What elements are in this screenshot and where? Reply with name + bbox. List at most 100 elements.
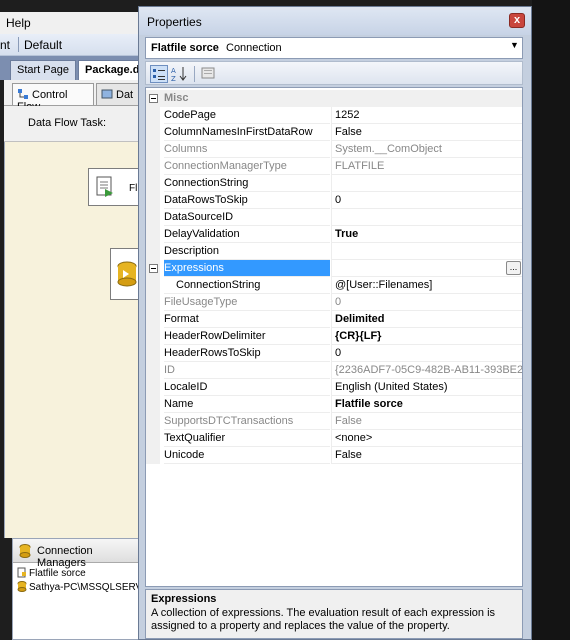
row-gutter <box>146 328 160 345</box>
destination-task-box[interactable] <box>110 248 140 300</box>
menu-help[interactable]: Help <box>6 16 31 30</box>
prop-row-expressions[interactable]: Expressions ... <box>146 260 522 277</box>
prop-name: LocaleID <box>164 379 330 396</box>
sort-alphabetical-icon: AZ <box>171 67 187 83</box>
row-gutter <box>146 447 160 464</box>
prop-row-format[interactable]: Format Delimited <box>146 311 522 328</box>
prop-name: Unicode <box>164 447 330 464</box>
properties-toolbar: AZ <box>145 61 523 85</box>
categorized-button[interactable] <box>150 65 168 83</box>
flat-file-task-label: Fl <box>129 183 138 194</box>
property-grid: Misc CodePage 1252 ColumnNamesInFirstDat… <box>145 87 523 587</box>
prop-value[interactable] <box>331 209 522 226</box>
solution-config-select[interactable]: Default <box>24 38 62 52</box>
connection-item-sqlserver[interactable]: Sathya-PC\MSSQLSERVE <box>17 581 149 595</box>
prop-row-delayvalidation[interactable]: DelayValidation True <box>146 226 522 243</box>
prop-value: {2236ADF7-05C9-482B-AB11-393BE2FB0 <box>331 362 522 379</box>
screen: Help nt Default Start Page Package.dts C… <box>0 0 570 640</box>
category-background <box>146 90 522 107</box>
row-gutter <box>146 294 160 311</box>
prop-row-columns[interactable]: Columns System.__ComObject <box>146 141 522 158</box>
row-gutter <box>146 379 160 396</box>
categorized-icon <box>153 69 165 80</box>
row-gutter <box>146 413 160 430</box>
toolbar-separator <box>18 37 19 52</box>
prop-value[interactable]: 0 <box>331 192 522 209</box>
prop-value[interactable]: False <box>331 124 522 141</box>
object-selector[interactable]: Flatfile sorce Connection ▼ <box>145 37 523 59</box>
prop-row-datasourceid[interactable]: DataSourceID <box>146 209 522 226</box>
prop-row-expr-connectionstring[interactable]: ConnectionString @[User::Filenames] <box>146 277 522 294</box>
flat-file-source-icon <box>96 176 113 197</box>
toolbar-partial-label: nt <box>0 38 11 52</box>
prop-value[interactable]: False <box>331 447 522 464</box>
prop-value[interactable]: 1252 <box>331 107 522 124</box>
tab-control-flow[interactable]: Control Flow <box>12 83 94 113</box>
flat-file-connection-icon <box>17 567 26 578</box>
prop-value[interactable]: <none> <box>331 430 522 447</box>
prop-value[interactable]: Flatfile sorce <box>331 396 522 413</box>
prop-row-cmtype[interactable]: ConnectionManagerType FLATFILE <box>146 158 522 175</box>
category-misc[interactable]: Misc <box>146 90 522 107</box>
svg-text:A: A <box>171 67 176 75</box>
prop-value[interactable]: English (United States) <box>331 379 522 396</box>
prop-row-name[interactable]: Name Flatfile sorce <box>146 396 522 413</box>
data-flow-task-label: Data Flow Task: <box>28 117 107 129</box>
prop-value[interactable]: {CR}{LF} <box>331 328 522 345</box>
prop-name: DelayValidation <box>164 226 330 243</box>
row-gutter <box>146 430 160 447</box>
prop-row-headerrowstoskip[interactable]: HeaderRowsToSkip 0 <box>146 345 522 362</box>
prop-row-description[interactable]: Description <box>146 243 522 260</box>
object-type: Connection <box>226 42 282 54</box>
row-gutter <box>146 345 160 362</box>
toolbar-separator <box>194 66 195 82</box>
prop-row-id[interactable]: ID {2236ADF7-05C9-482B-AB11-393BE2FB0 <box>146 362 522 379</box>
row-gutter <box>146 175 160 192</box>
prop-row-codepage[interactable]: CodePage 1252 <box>146 107 522 124</box>
flat-file-task-box[interactable]: Fl <box>88 168 140 206</box>
connection-managers-icon <box>19 544 31 558</box>
prop-value[interactable] <box>331 260 522 277</box>
prop-value[interactable] <box>331 175 522 192</box>
prop-value[interactable]: True <box>331 226 522 243</box>
prop-name: Format <box>164 311 330 328</box>
row-gutter <box>146 396 160 413</box>
ellipsis-button[interactable]: ... <box>506 261 521 275</box>
database-connection-icon <box>17 581 27 592</box>
tab-data-flow[interactable]: Dat <box>96 83 140 105</box>
properties-title: Properties <box>147 15 202 29</box>
properties-titlebar[interactable]: Properties x <box>139 7 531 35</box>
prop-row-columnnames[interactable]: ColumnNamesInFirstDataRow False <box>146 124 522 141</box>
connection-item-flatfile[interactable]: Flatfile sorce <box>17 567 86 581</box>
prop-row-supportsdtc[interactable]: SupportsDTCTransactions False <box>146 413 522 430</box>
prop-row-headerrowdelimiter[interactable]: HeaderRowDelimiter {CR}{LF} <box>146 328 522 345</box>
data-flow-icon <box>101 89 113 99</box>
prop-value: False <box>331 413 522 430</box>
prop-name: ConnectionString <box>164 277 330 294</box>
description-title: Expressions <box>151 593 217 605</box>
tab-start-page[interactable]: Start Page <box>10 60 76 80</box>
prop-name: HeaderRowDelimiter <box>164 328 330 345</box>
connection-managers-header: Connection Managers <box>13 539 141 569</box>
row-gutter <box>146 107 160 124</box>
close-button[interactable]: x <box>509 13 525 28</box>
alphabetical-button[interactable]: AZ <box>170 65 188 83</box>
prop-row-datarowstoskip[interactable]: DataRowsToSkip 0 <box>146 192 522 209</box>
prop-row-fileusagetype[interactable]: FileUsageType 0 <box>146 294 522 311</box>
prop-value[interactable] <box>331 243 522 260</box>
database-destination-icon <box>117 261 137 287</box>
row-gutter <box>146 243 160 260</box>
collapse-icon[interactable] <box>149 264 158 273</box>
tab-data-flow-label: Dat <box>116 89 134 101</box>
prop-row-textqualifier[interactable]: TextQualifier <none> <box>146 430 522 447</box>
prop-value[interactable]: @[User::Filenames] <box>331 277 522 294</box>
prop-row-unicode[interactable]: Unicode False <box>146 447 522 464</box>
prop-row-connectionstring[interactable]: ConnectionString <box>146 175 522 192</box>
prop-value[interactable]: 0 <box>331 345 522 362</box>
prop-row-localeid[interactable]: LocaleID English (United States) <box>146 379 522 396</box>
prop-name: DataRowsToSkip <box>164 192 330 209</box>
prop-value[interactable]: Delimited <box>331 311 522 328</box>
property-pages-button[interactable] <box>200 65 218 83</box>
collapse-icon[interactable] <box>149 94 158 103</box>
row-gutter <box>146 362 160 379</box>
